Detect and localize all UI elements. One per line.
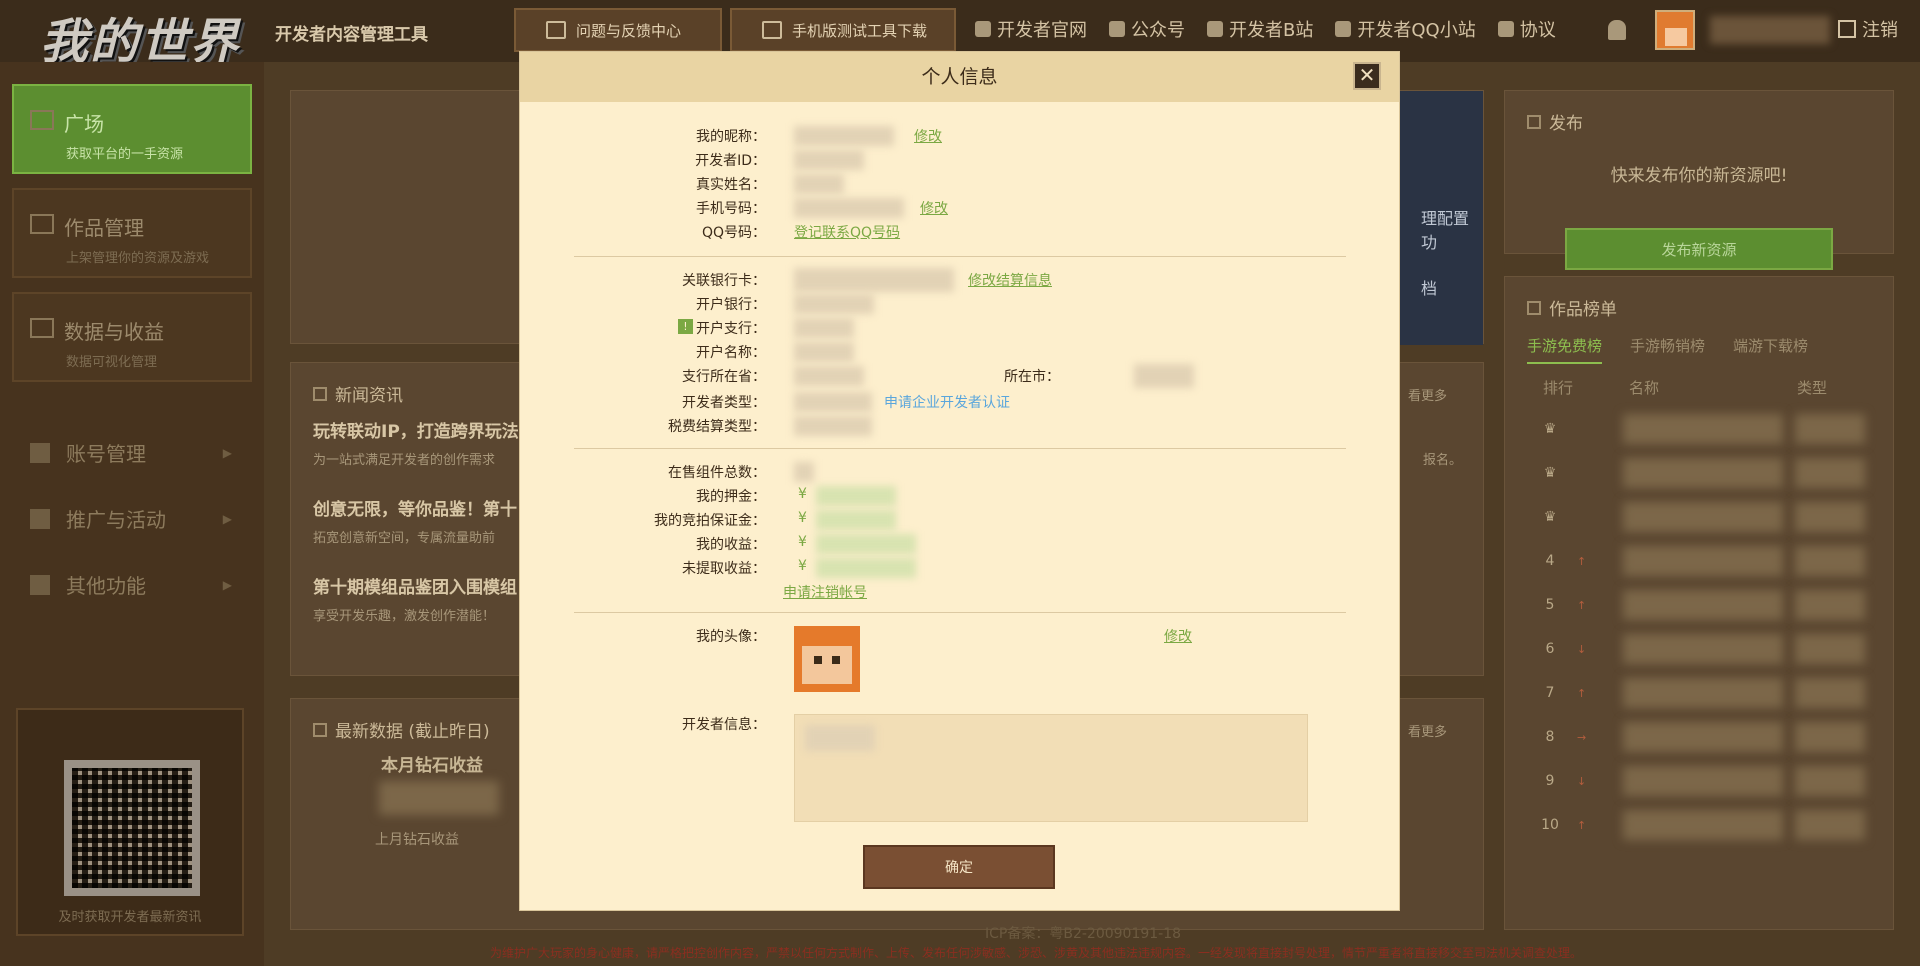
tax-type-value <box>794 416 872 436</box>
unwithdrawn-value <box>816 558 916 578</box>
province-value <box>794 366 864 386</box>
label-phone: 手机号码： <box>696 201 766 217</box>
label-dev-id: 开发者ID： <box>695 153 766 169</box>
label-deposit: 我的押金： <box>696 489 766 505</box>
label-auction-deposit: 我的竞拍保证金： <box>654 513 766 529</box>
label-income: 我的收益： <box>696 537 766 553</box>
label-avatar: 我的头像： <box>696 629 766 645</box>
city-value <box>1134 364 1194 388</box>
label-city: 所在市： <box>1004 369 1060 385</box>
auction-deposit-value <box>816 510 896 530</box>
bank-card-value <box>794 268 954 292</box>
branch-value <box>794 318 854 338</box>
deposit-value <box>816 486 896 506</box>
close-icon[interactable]: ✕ <box>1353 62 1381 90</box>
dev-id-value <box>794 150 864 170</box>
personal-info-modal: 个人信息 ✕ 我的昵称： 修改 开发者ID： 真实姓名： 手机号码： 修改 QQ… <box>519 51 1400 911</box>
edit-settlement-link[interactable]: 修改结算信息 <box>968 270 1052 290</box>
divider <box>574 612 1346 613</box>
confirm-button[interactable]: 确定 <box>863 845 1055 889</box>
income-value <box>816 534 916 554</box>
account-name-value <box>794 342 854 362</box>
edit-phone-link[interactable]: 修改 <box>920 198 948 218</box>
edit-nickname-link[interactable]: 修改 <box>914 126 942 146</box>
real-name-value <box>794 174 844 194</box>
divider <box>574 448 1346 449</box>
cancel-account-link[interactable]: 申请注销帐号 <box>783 582 867 602</box>
dev-info-textarea[interactable] <box>794 714 1308 822</box>
phone-value <box>794 198 904 218</box>
label-dev-type: 开发者类型： <box>682 395 766 411</box>
apply-enterprise-link[interactable]: 申请企业开发者认证 <box>884 392 1010 412</box>
avatar <box>794 626 860 692</box>
dev-type-value <box>794 392 872 412</box>
label-province: 支行所在省： <box>682 369 766 385</box>
label-dev-info: 开发者信息： <box>682 717 766 733</box>
bank-value <box>794 294 874 314</box>
divider <box>574 256 1346 257</box>
label-nickname: 我的昵称： <box>696 129 766 145</box>
label-tax-type: 税费结算类型： <box>668 419 766 435</box>
edit-avatar-link[interactable]: 修改 <box>1164 626 1192 646</box>
register-qq-link[interactable]: 登记联系QQ号码 <box>794 222 900 242</box>
nickname-value <box>794 126 894 146</box>
label-account-name: 开户名称： <box>696 345 766 361</box>
label-unwithdrawn: 未提取收益： <box>682 561 766 577</box>
modal-title: 个人信息 <box>520 52 1399 102</box>
label-bank: 开户银行： <box>696 297 766 313</box>
label-bank-card: 关联银行卡： <box>682 273 766 289</box>
components-value <box>794 462 814 482</box>
label-real-name: 真实姓名： <box>696 177 766 193</box>
label-components: 在售组件总数： <box>668 465 766 481</box>
label-qq: QQ号码： <box>701 225 766 241</box>
label-branch: 开户支行： <box>696 321 766 337</box>
